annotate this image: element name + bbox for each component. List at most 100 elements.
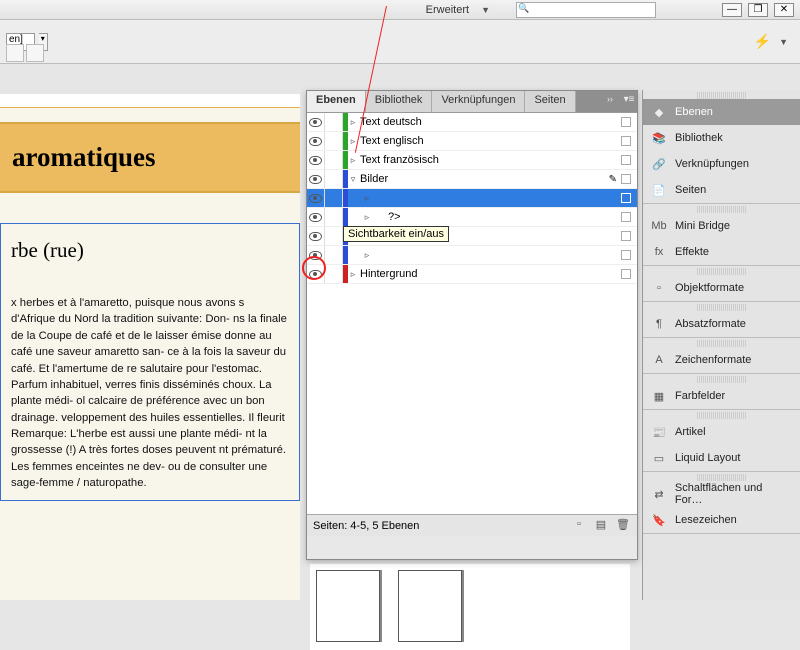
tab-ebenen[interactable]: Ebenen [307,91,366,112]
lock-toggle[interactable] [325,170,343,188]
panel-item-absatzformate[interactable]: ¶Absatzformate [643,311,800,337]
tab-verknuepfungen[interactable]: Verknüpfungen [432,91,525,112]
minimize-button[interactable]: — [722,3,742,17]
new-page-icon[interactable]: ▫ [571,518,587,534]
layer-child-row[interactable]: ▹ [307,189,637,208]
panel-item-effekte[interactable]: fxEffekte [643,239,800,265]
panel-item-seiten[interactable]: 📄Seiten [643,177,800,203]
selection-square[interactable] [621,155,631,165]
new-layer-icon[interactable]: ▤ [593,518,609,534]
maximize-button[interactable]: ❐ [748,3,768,17]
panel-icon: ▭ [651,451,667,465]
panel-label: Effekte [675,246,709,258]
lock-toggle[interactable] [325,227,343,245]
expand-icon[interactable]: ▹ [362,212,372,223]
document-view[interactable]: aromatiques rbe (rue) x herbes et à l'am… [0,94,300,600]
expand-icon[interactable]: ▹ [348,269,358,280]
pen-icon: ✎ [609,174,617,185]
page-thumb[interactable] [398,570,462,642]
tab-bibliothek[interactable]: Bibliothek [366,91,433,112]
layer-child-row[interactable]: ▹?>Sichtbarkeit ein/aus [307,208,637,227]
lock-toggle[interactable] [325,246,343,264]
panel-collapse-icon[interactable]: ›› [599,91,621,112]
panel-grip[interactable] [697,206,746,213]
visibility-tooltip: Sichtbarkeit ein/aus [343,226,449,242]
layer-row[interactable]: ▿Bilder✎ [307,170,637,189]
panel-item-mini-bridge[interactable]: MbMini Bridge [643,213,800,239]
quick-apply-icon[interactable]: ⚡ [754,33,771,50]
selection-square[interactable] [621,117,631,127]
panel-grip[interactable] [697,92,746,99]
search-input[interactable] [516,2,656,18]
lock-toggle[interactable] [325,208,343,226]
visibility-toggle[interactable] [307,113,325,131]
workspace-dropdown-icon[interactable]: ▼ [481,5,490,15]
expand-icon[interactable]: ▹ [348,117,358,128]
expand-icon[interactable]: ▿ [348,174,358,185]
layers-status-bar: Seiten: 4-5, 5 Ebenen ▫ ▤ 🗑 [307,514,637,536]
selection-square[interactable] [621,269,631,279]
quick-apply-dropdown-icon[interactable]: ▼ [779,37,788,47]
page-thumb[interactable] [316,570,380,642]
visibility-toggle[interactable] [307,208,325,226]
selection-square[interactable] [621,212,631,222]
toolbar-icon-2[interactable] [26,44,44,62]
expand-icon[interactable]: ▹ [362,193,372,204]
visibility-toggle[interactable] [307,132,325,150]
panel-item-farbfelder[interactable]: ▦Farbfelder [643,383,800,409]
side-panel-handle[interactable] [642,90,643,600]
layer-row[interactable]: ▹Text französisch [307,151,637,170]
panel-menu-icon[interactable]: ▾≡ [621,91,637,112]
eye-icon [309,156,322,165]
selection-square[interactable] [621,174,631,184]
panel-tabs: Ebenen Bibliothek Verknüpfungen Seiten ›… [307,91,637,113]
panel-grip[interactable] [697,412,746,419]
visibility-toggle[interactable] [307,170,325,188]
layer-row[interactable]: ▹Text deutsch [307,113,637,132]
panel-grip[interactable] [697,474,746,481]
lock-toggle[interactable] [325,189,343,207]
page-thumbnails [310,564,630,650]
panel-item-ebenen[interactable]: ◆Ebenen [643,99,800,125]
selection-square[interactable] [621,193,631,203]
lock-toggle[interactable] [325,265,343,283]
delete-layer-icon[interactable]: 🗑 [615,518,631,534]
visibility-toggle[interactable] [307,227,325,245]
lock-toggle[interactable] [325,151,343,169]
panel-grip[interactable] [697,376,746,383]
visibility-toggle[interactable] [307,189,325,207]
expand-icon[interactable]: ▹ [348,155,358,166]
workspace-label[interactable]: Erweitert [426,4,469,16]
text-frame[interactable]: rbe (rue) x herbes et à l'amaretto, puis… [0,223,300,501]
layers-status-text: Seiten: 4-5, 5 Ebenen [313,520,419,532]
selection-square[interactable] [621,250,631,260]
panel-item-liquid-layout[interactable]: ▭Liquid Layout [643,445,800,471]
panel-grip[interactable] [697,340,746,347]
layer-color-strip [343,246,348,264]
selection-square[interactable] [621,231,631,241]
panel-item-bibliothek[interactable]: 📚Bibliothek [643,125,800,151]
panel-icon: 📄 [651,183,667,197]
layers-panel[interactable]: Ebenen Bibliothek Verknüpfungen Seiten ›… [306,90,638,560]
panel-item-lesezeichen[interactable]: 🔖Lesezeichen [643,507,800,533]
panel-grip[interactable] [697,304,746,311]
panel-item-artikel[interactable]: 📰Artikel [643,419,800,445]
layer-color-strip [343,208,348,226]
close-button[interactable]: ✕ [774,3,794,17]
panel-grip[interactable] [697,268,746,275]
panel-label: Zeichenformate [675,354,751,366]
layer-child-row[interactable]: ▹ [307,246,637,265]
tab-seiten[interactable]: Seiten [525,91,575,112]
expand-icon[interactable]: ▹ [362,250,372,261]
lock-toggle[interactable] [325,132,343,150]
panel-item-schaltfl-chen-und-for-[interactable]: ⇄Schaltflächen und For… [643,481,800,507]
selection-square[interactable] [621,136,631,146]
toolbar-icon-1[interactable] [6,44,24,62]
panel-item-objektformate[interactable]: ▫Objektformate [643,275,800,301]
lock-toggle[interactable] [325,113,343,131]
panel-item-zeichenformate[interactable]: AZeichenformate [643,347,800,373]
layer-row[interactable]: ▹Hintergrund [307,265,637,284]
annotation-circle [302,256,326,280]
visibility-toggle[interactable] [307,151,325,169]
panel-item-verkn-pfungen[interactable]: 🔗Verknüpfungen [643,151,800,177]
